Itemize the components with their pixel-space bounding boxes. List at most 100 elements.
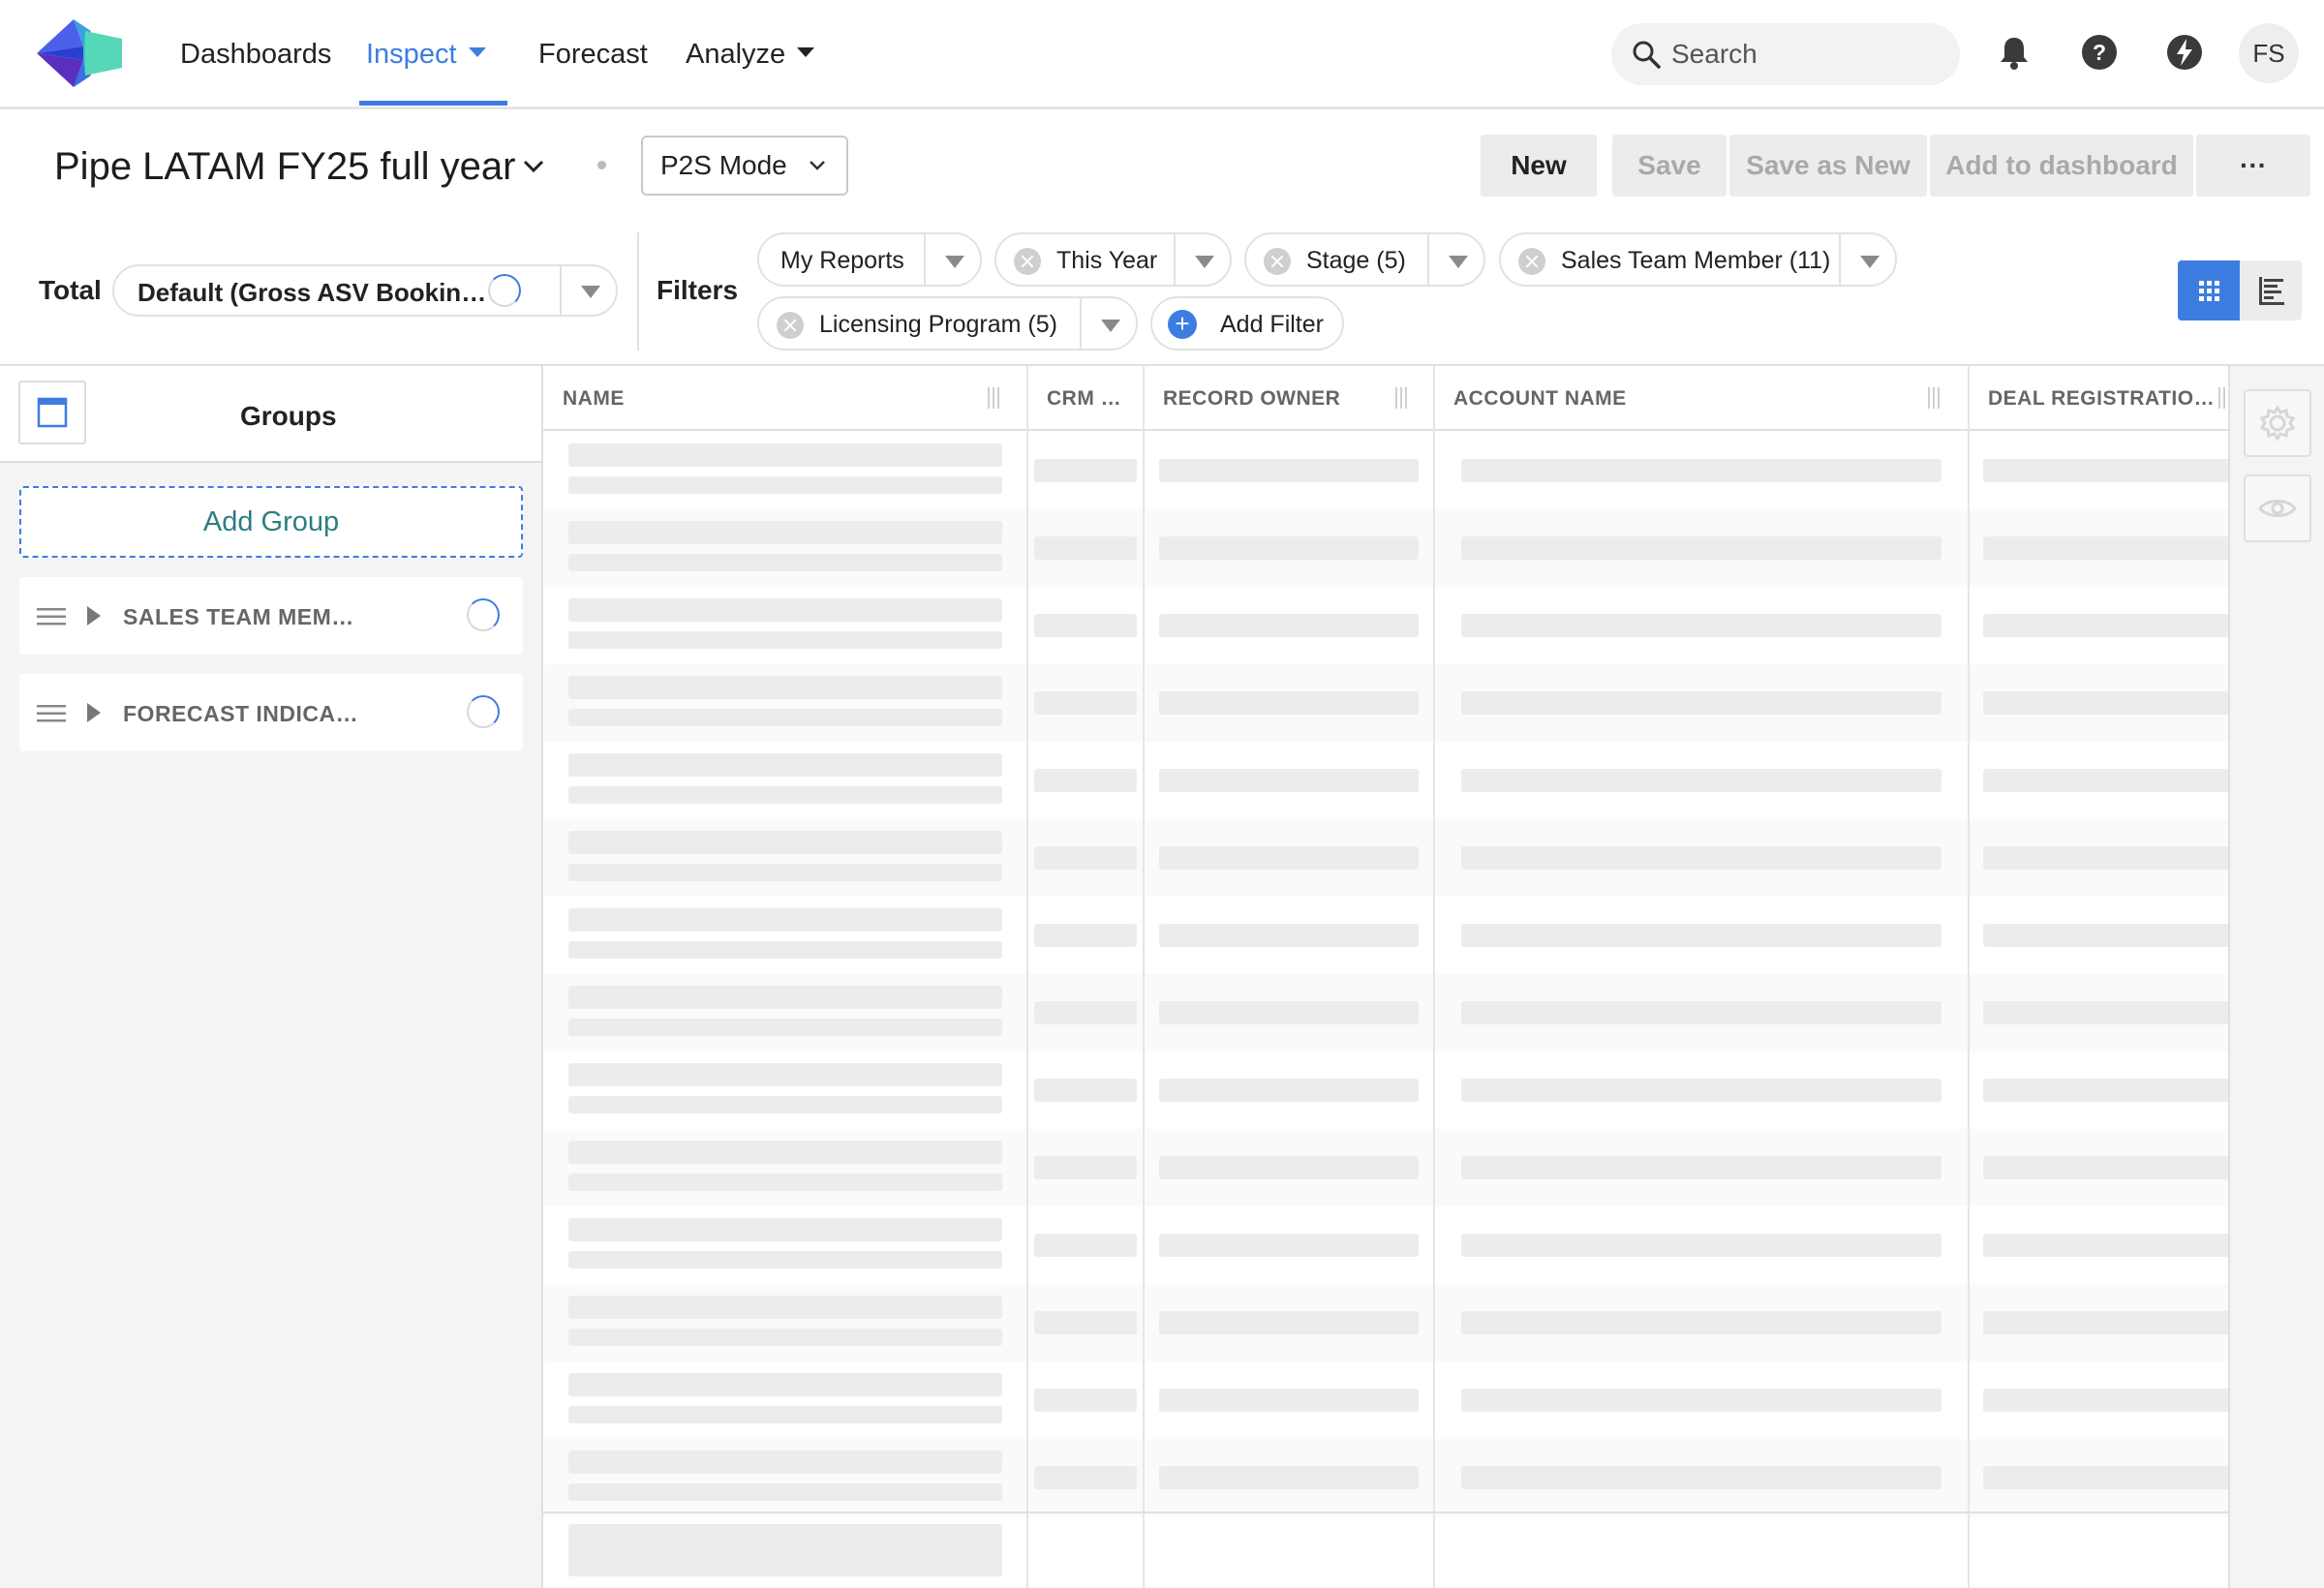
divider bbox=[560, 266, 562, 315]
svg-text:?: ? bbox=[2093, 40, 2106, 65]
dropdown-arrow-icon[interactable] bbox=[1195, 256, 1214, 268]
column-resize-handle[interactable] bbox=[988, 387, 999, 409]
group-item[interactable]: SALES TEAM MEM… bbox=[19, 577, 523, 655]
table-row[interactable] bbox=[543, 664, 2228, 742]
table-row[interactable] bbox=[543, 974, 2228, 1052]
table-row[interactable] bbox=[543, 819, 2228, 897]
remove-filter-icon[interactable] bbox=[1014, 248, 1041, 275]
table-row[interactable] bbox=[543, 742, 2228, 819]
skeleton-placeholder bbox=[1034, 924, 1137, 947]
table-row[interactable] bbox=[543, 1284, 2228, 1361]
skeleton-placeholder bbox=[1983, 691, 2228, 715]
mode-label: P2S Mode bbox=[660, 150, 787, 180]
filter-chip-licensing-program[interactable]: Licensing Program (5) bbox=[757, 296, 1138, 351]
filter-chip-my-reports[interactable]: My Reports bbox=[757, 232, 982, 287]
filter-chip-sales-team-member[interactable]: Sales Team Member (11) bbox=[1499, 232, 1897, 287]
table-row[interactable] bbox=[543, 1439, 2228, 1516]
column-header-account-name[interactable]: ACCOUNT NAME bbox=[1434, 366, 1969, 431]
total-metric-select[interactable]: Default (Gross ASV Bookin… bbox=[112, 264, 618, 317]
table-row[interactable] bbox=[543, 1129, 2228, 1206]
filter-chip-this-year[interactable]: This Year bbox=[994, 232, 1232, 287]
remove-filter-icon[interactable] bbox=[1264, 248, 1291, 275]
skeleton-placeholder bbox=[1034, 1234, 1137, 1257]
skeleton-placeholder bbox=[1461, 1156, 1942, 1179]
expand-arrow-icon[interactable] bbox=[87, 703, 101, 722]
help-icon[interactable]: ? bbox=[2080, 33, 2119, 72]
dropdown-arrow-icon[interactable] bbox=[945, 256, 964, 268]
table-row[interactable] bbox=[543, 1206, 2228, 1284]
nav-forecast[interactable]: Forecast bbox=[538, 35, 648, 74]
column-resize-handle[interactable] bbox=[2218, 387, 2228, 409]
skeleton-placeholder bbox=[1034, 1311, 1137, 1334]
table-row[interactable] bbox=[543, 587, 2228, 664]
add-filter-button[interactable]: + Add Filter bbox=[1150, 296, 1344, 351]
panel-toggle-button[interactable] bbox=[18, 381, 86, 444]
visibility-button[interactable] bbox=[2244, 474, 2311, 542]
add-to-dashboard-button[interactable]: Add to dashboard bbox=[1930, 135, 2193, 197]
mode-dropdown[interactable]: P2S Mode bbox=[641, 136, 848, 196]
save-as-new-button[interactable]: Save as New bbox=[1729, 135, 1927, 197]
expand-arrow-icon[interactable] bbox=[87, 606, 101, 626]
nav-inspect[interactable]: Inspect bbox=[366, 35, 486, 74]
skeleton-placeholder bbox=[1461, 769, 1942, 792]
drag-handle-icon[interactable] bbox=[37, 705, 66, 722]
skeleton-placeholder bbox=[1983, 846, 2228, 870]
dropdown-arrow-icon[interactable] bbox=[1101, 320, 1120, 332]
list-view-toggle[interactable] bbox=[2240, 260, 2302, 321]
column-resize-handle[interactable] bbox=[1928, 387, 1940, 409]
avatar[interactable]: FS bbox=[2239, 23, 2299, 83]
divider bbox=[924, 234, 926, 285]
filter-chip-label: This Year bbox=[1056, 247, 1158, 274]
column-resize-handle[interactable] bbox=[1395, 387, 1407, 409]
nav-dashboards[interactable]: Dashboards bbox=[180, 35, 331, 74]
drag-handle-icon[interactable] bbox=[37, 608, 66, 626]
chevron-down-icon[interactable] bbox=[521, 155, 546, 176]
table-row[interactable] bbox=[543, 509, 2228, 587]
add-filter-label: Add Filter bbox=[1220, 311, 1324, 338]
lightning-icon[interactable] bbox=[2165, 33, 2204, 72]
remove-filter-icon[interactable] bbox=[1518, 248, 1545, 275]
dropdown-arrow-icon[interactable] bbox=[1860, 256, 1880, 268]
search-box[interactable] bbox=[1611, 23, 1960, 85]
dropdown-arrow-icon[interactable] bbox=[1449, 256, 1468, 268]
skeleton-placeholder bbox=[1983, 1079, 2228, 1102]
add-group-button[interactable]: Add Group bbox=[19, 486, 523, 558]
page-title[interactable]: Pipe LATAM FY25 full year bbox=[54, 139, 515, 194]
skeleton-placeholder bbox=[568, 1373, 1002, 1396]
column-header-deal-registration[interactable]: DEAL REGISTRATIO… bbox=[1969, 366, 2228, 431]
skeleton-placeholder bbox=[568, 1218, 1002, 1241]
nav-analyze[interactable]: Analyze bbox=[686, 35, 815, 74]
grid-view-toggle[interactable] bbox=[2178, 260, 2240, 321]
skeleton-placeholder bbox=[1983, 769, 2228, 792]
column-header-label: ACCOUNT NAME bbox=[1453, 387, 1627, 410]
search-input[interactable] bbox=[1671, 33, 1942, 76]
settings-button[interactable] bbox=[2244, 389, 2311, 457]
new-button[interactable]: New bbox=[1481, 135, 1597, 197]
save-button[interactable]: Save bbox=[1612, 135, 1727, 197]
group-item[interactable]: FORECAST INDICA… bbox=[19, 674, 523, 751]
app-logo-icon[interactable] bbox=[37, 17, 124, 89]
column-header-crm[interactable]: CRM … bbox=[1027, 366, 1144, 431]
column-header-name[interactable]: NAME bbox=[543, 366, 1027, 431]
skeleton-placeholder bbox=[1461, 459, 1942, 482]
table-row[interactable] bbox=[543, 1052, 2228, 1129]
skeleton-placeholder bbox=[1034, 536, 1137, 560]
remove-filter-icon[interactable] bbox=[777, 312, 804, 339]
dropdown-arrow-icon[interactable] bbox=[581, 286, 600, 298]
total-metric-value: Default (Gross ASV Bookin… bbox=[138, 278, 487, 307]
column-header-record-owner[interactable]: RECORD OWNER bbox=[1144, 366, 1434, 431]
filter-chip-stage[interactable]: Stage (5) bbox=[1244, 232, 1485, 287]
table-row[interactable] bbox=[543, 897, 2228, 974]
column-header-label: DEAL REGISTRATIO… bbox=[1988, 387, 2216, 410]
total-label: Total bbox=[39, 275, 102, 305]
bell-icon[interactable] bbox=[1995, 33, 2034, 72]
skeleton-placeholder bbox=[1034, 459, 1137, 482]
loading-spinner-icon bbox=[467, 695, 500, 728]
table-row[interactable] bbox=[543, 1361, 2228, 1439]
more-options-button[interactable]: ··· bbox=[2196, 135, 2310, 197]
nav-analyze-label: Analyze bbox=[686, 39, 786, 70]
table-row[interactable] bbox=[543, 432, 2228, 509]
skeleton-placeholder bbox=[1159, 1311, 1419, 1334]
skeleton-placeholder bbox=[1159, 614, 1419, 637]
skeleton-placeholder bbox=[1034, 1079, 1137, 1102]
